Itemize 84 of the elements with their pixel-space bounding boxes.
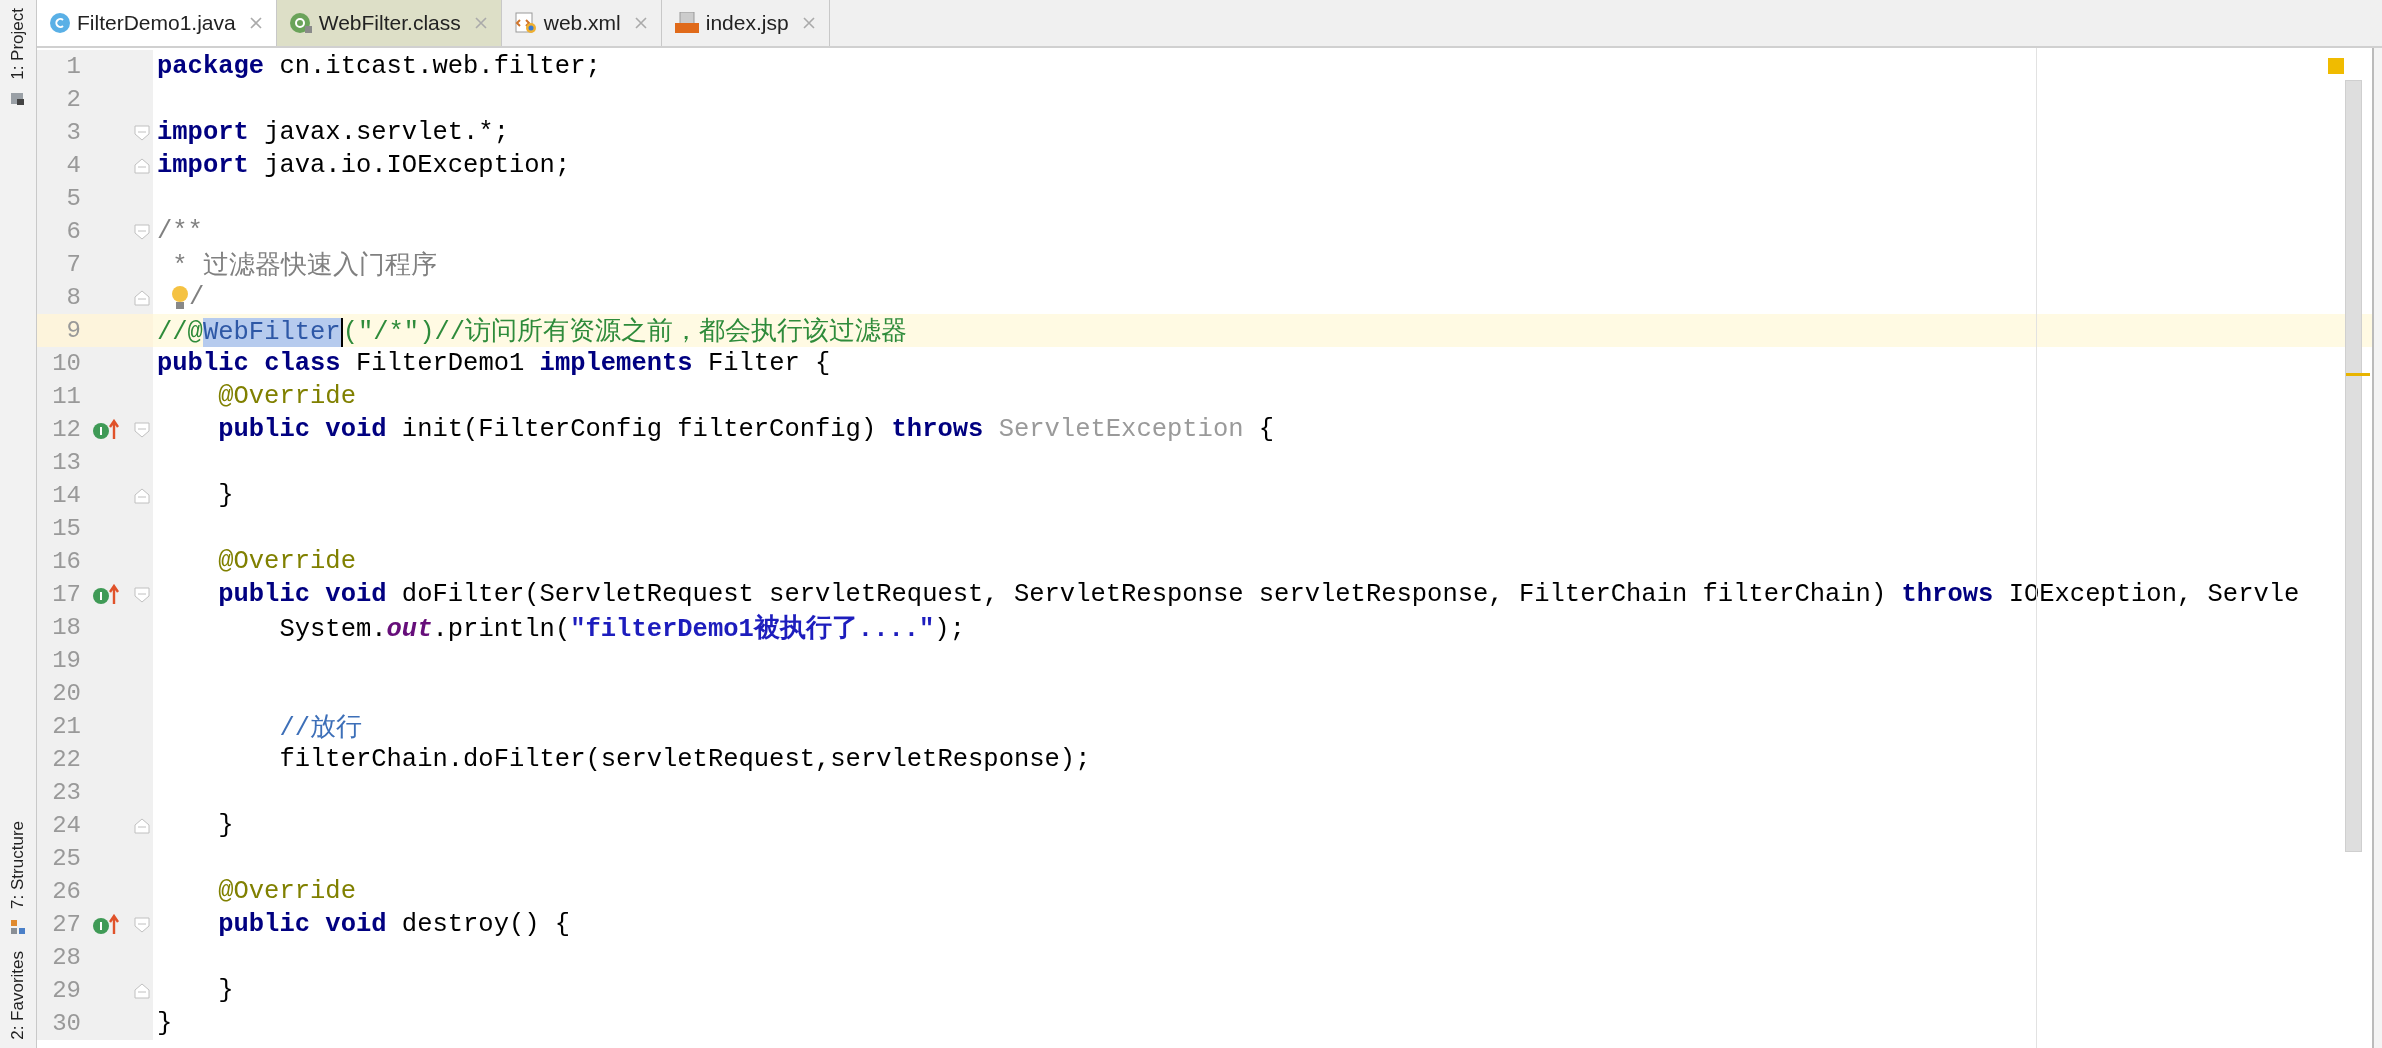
editor-tab[interactable]: web.xml [501, 0, 662, 46]
line-number: 30 [51, 1010, 81, 1037]
warning-status-icon[interactable] [2328, 58, 2344, 74]
code-line: //放行 [278, 713, 363, 744]
line-number: 26 [51, 878, 81, 905]
code-line: * 过滤器快速入门程序 [171, 250, 437, 282]
tool-window-button[interactable]: 7: Structure [8, 813, 28, 944]
line-number: 24 [51, 812, 81, 839]
line-number: 25 [51, 845, 81, 872]
line-number: 5 [65, 185, 81, 212]
line-number: 29 [51, 977, 81, 1004]
lightbulb-icon[interactable] [171, 284, 189, 311]
fold-icon[interactable] [134, 223, 150, 240]
close-icon[interactable] [249, 17, 262, 29]
line-number: 22 [51, 746, 81, 773]
fold-icon[interactable] [134, 916, 150, 933]
code-line: /** [157, 217, 203, 246]
code-line: System.out.println("filterDemo1被执行了...."); [278, 613, 965, 645]
code-line: import javax.servlet.*; [157, 118, 509, 147]
editor-tab[interactable]: FilterDemo1.java [37, 0, 277, 46]
line-number: 1 [65, 53, 81, 80]
fold-icon[interactable] [134, 289, 150, 306]
editor-tab[interactable]: index.jsp [661, 0, 830, 46]
code-line: } [217, 811, 234, 840]
close-icon[interactable] [802, 17, 815, 29]
fold-icon[interactable] [134, 982, 150, 999]
code-line: } [217, 481, 234, 510]
annotation-icon [288, 12, 313, 34]
code-line: @Override [217, 547, 356, 576]
tool-window-button[interactable]: 1: Project [8, 0, 28, 114]
line-number: 19 [51, 647, 81, 674]
line-number: 14 [51, 482, 81, 509]
implements-icon[interactable] [92, 583, 120, 606]
line-number: 6 [65, 218, 81, 245]
implements-icon[interactable] [92, 418, 120, 441]
code-line: @Override [217, 877, 356, 906]
line-number: 4 [65, 152, 81, 179]
tool-window-button[interactable]: 2: Favorites [8, 943, 28, 1048]
fold-icon[interactable] [134, 421, 150, 438]
class-icon [49, 12, 71, 34]
code-line: public void doFilter(ServletRequest servletRequest, ServletResponse servletResponse, FilterChain filterChain) throws IOException, Servle [217, 580, 2300, 609]
line-number: 9 [65, 317, 81, 344]
code-line: } [157, 1009, 173, 1038]
line-number: 17 [51, 581, 81, 608]
fold-icon[interactable] [134, 487, 150, 504]
line-number: 3 [65, 119, 81, 146]
code-line: / [189, 283, 205, 312]
code-line: public class FilterDemo1 implements Filter { [157, 349, 831, 378]
line-number: 12 [51, 416, 81, 443]
line-number: 7 [65, 251, 81, 278]
line-number: 27 [51, 911, 81, 938]
line-number: 28 [51, 944, 81, 971]
code-line: filterChain.doFilter(servletRequest,servletResponse); [278, 745, 1091, 774]
close-icon[interactable] [634, 17, 647, 29]
line-number: 16 [51, 548, 81, 575]
warning-stripe[interactable] [2346, 373, 2370, 376]
structure-icon [10, 919, 26, 936]
line-number: 11 [51, 383, 81, 410]
implements-icon[interactable] [92, 913, 120, 936]
code-line: //@WebFilter("/*")//访问所有资源之前，都会执行该过滤器 [157, 316, 908, 348]
code-line: package cn.itcast.web.filter; [157, 52, 601, 81]
code-line: public void init(FilterConfig filterConfig) throws ServletException { [217, 415, 1275, 444]
line-number: 2 [65, 86, 81, 113]
fold-icon[interactable] [134, 157, 150, 174]
close-icon[interactable] [474, 17, 487, 29]
line-number: 10 [51, 350, 81, 377]
line-number: 15 [51, 515, 81, 542]
line-number: 23 [51, 779, 81, 806]
code-line: @Override [217, 382, 356, 411]
line-number: 8 [65, 284, 81, 311]
xml-file-icon [513, 12, 538, 34]
line-number: 21 [51, 713, 81, 740]
code-line: import java.io.IOException; [157, 151, 571, 180]
scrollbar[interactable] [2345, 80, 2362, 852]
fold-icon[interactable] [134, 586, 150, 603]
jsp-file-icon [673, 12, 700, 34]
line-number: 18 [51, 614, 81, 641]
editor-tab[interactable]: WebFilter.class [276, 0, 502, 46]
line-number: 20 [51, 680, 81, 707]
code-line: public void destroy() { [217, 910, 571, 939]
code-line: } [217, 976, 234, 1005]
fold-icon[interactable] [134, 124, 150, 141]
line-number: 13 [51, 449, 81, 476]
fold-icon[interactable] [134, 817, 150, 834]
